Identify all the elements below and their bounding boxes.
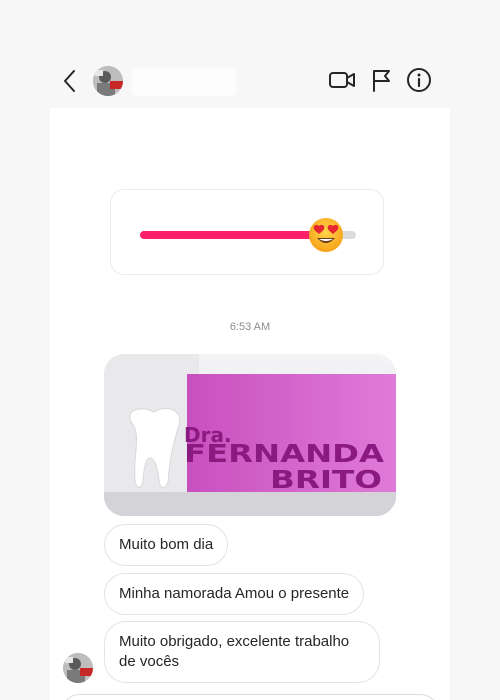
- heart-eyes-emoji-icon[interactable]: [307, 216, 345, 254]
- back-button[interactable]: [58, 68, 82, 94]
- info-icon: [407, 68, 431, 92]
- message-bubble[interactable]: Muito bom dia: [104, 524, 229, 566]
- contact-name-redacted[interactable]: [132, 68, 236, 96]
- conversation-info-button[interactable]: [405, 66, 433, 94]
- shared-photo[interactable]: Dra. FERNANDA BRITO: [104, 354, 396, 516]
- sign-line-2: FERNANDA: [184, 439, 385, 468]
- message-timestamp: 6:53 AM: [229, 321, 271, 333]
- slider-track[interactable]: [140, 218, 356, 252]
- sign-line-3: BRITO: [270, 465, 382, 494]
- message-thread[interactable]: 6:53 AM Dra. FERNANDA BRITO Muito bom di…: [50, 108, 450, 700]
- video-camera-icon: [329, 72, 355, 88]
- report-button[interactable]: [368, 66, 396, 94]
- message-bubble[interactable]: Muito obrigado, excelente trabalho de vo…: [104, 621, 380, 683]
- message-bubble[interactable]: Minha namorada Amou o presente: [104, 573, 365, 615]
- message-composer[interactable]: [60, 694, 440, 700]
- video-call-button[interactable]: [328, 66, 356, 94]
- chevron-left-icon: [64, 70, 75, 92]
- chat-header: [0, 0, 500, 108]
- contact-avatar[interactable]: [93, 66, 123, 96]
- flag-icon: [373, 70, 390, 92]
- sender-avatar[interactable]: [63, 653, 93, 683]
- slider-fill: [140, 231, 326, 239]
- emoji-slider-sticker: [110, 189, 384, 275]
